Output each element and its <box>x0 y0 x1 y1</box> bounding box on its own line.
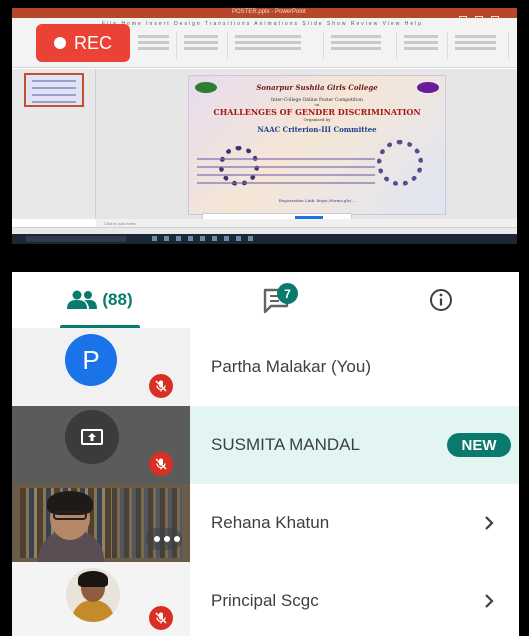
tab-people[interactable]: (88) <box>50 272 150 328</box>
participant-tile <box>12 562 190 636</box>
ribbon-group <box>325 32 397 60</box>
ribbon-group <box>398 32 448 60</box>
slide-thumbnail <box>24 73 84 107</box>
mic-off-icon <box>149 452 173 476</box>
windows-taskbar <box>12 234 517 244</box>
avatar: P <box>65 334 117 386</box>
info-icon <box>430 289 452 311</box>
tab-chat[interactable]: 7 <box>246 272 306 328</box>
new-badge: NEW <box>447 433 511 457</box>
rec-label: REC <box>73 32 112 53</box>
window-controls <box>451 9 511 22</box>
glasses <box>53 511 87 520</box>
panel-tabs: (88) 7 <box>12 272 519 328</box>
slide-committee: NAAC Criterion-III Committee <box>257 125 377 134</box>
participant-name: SUSMITA MANDAL <box>211 435 360 454</box>
slide-thumbnails <box>12 69 96 219</box>
poster-slide: Sonarpur Sushila Girls College Inter-Col… <box>188 75 446 215</box>
people-icon <box>67 290 98 309</box>
participant-row[interactable]: Rehana Khatun <box>12 484 519 562</box>
ribbon-group <box>178 32 228 60</box>
slide-topic: CHALLENGES OF GENDER DISCRIMINATION <box>213 107 421 117</box>
ribbon-group <box>132 32 177 60</box>
participant-name: Partha Malakar (You) <box>211 357 372 376</box>
slide-registration: Registration Link: https://forms.gle/... <box>278 198 356 203</box>
ribbon-group <box>229 32 324 60</box>
participant-name: Rehana Khatun <box>211 513 330 532</box>
taskbar-search <box>26 236 126 242</box>
chevron-right-icon[interactable] <box>477 511 501 535</box>
app-title: POSTER.pptx - PowerPoint <box>232 9 306 15</box>
slide-college: Sonarpur Sushila Girls College <box>256 83 378 92</box>
participant-row[interactable]: SUSMITA MANDAL NEW <box>12 406 519 484</box>
chevron-right-icon[interactable] <box>477 589 501 613</box>
participant-tile: P <box>12 328 190 406</box>
participant-row[interactable]: P Partha Malakar (You) <box>12 328 519 406</box>
status-bar <box>12 227 517 234</box>
participant-name: Principal Scgc <box>211 591 319 610</box>
record-dot-icon <box>53 37 66 49</box>
tab-info[interactable] <box>416 272 466 328</box>
gender-symbol-icon <box>377 140 423 186</box>
ribbon-tabs: File Home Insert Design Transitions Anim… <box>102 21 424 27</box>
mic-off-icon <box>149 374 173 398</box>
mic-off-icon <box>149 606 173 630</box>
ribbon-group <box>449 32 509 60</box>
slide-organised-by: Organised by <box>303 117 331 122</box>
notes-pane: Click to add notes <box>96 219 517 227</box>
audio-dots-icon <box>154 536 180 542</box>
participant-row[interactable]: Principal Scgc <box>12 562 519 636</box>
participant-video <box>12 484 190 562</box>
avatar <box>66 568 120 622</box>
participant-tile <box>12 406 190 484</box>
participants-panel: (88) 7 P Partha Malakar (You) SUSMITA MA… <box>12 272 519 636</box>
slide-canvas: Sonarpur Sushila Girls College Inter-Col… <box>96 69 517 219</box>
recording-indicator: REC <box>36 24 130 62</box>
powerpoint-titlebar: POSTER.pptx - PowerPoint <box>12 8 517 22</box>
present-screen-icon <box>65 410 119 464</box>
people-count: (88) <box>102 290 133 309</box>
chat-unread-badge: 7 <box>277 283 298 304</box>
